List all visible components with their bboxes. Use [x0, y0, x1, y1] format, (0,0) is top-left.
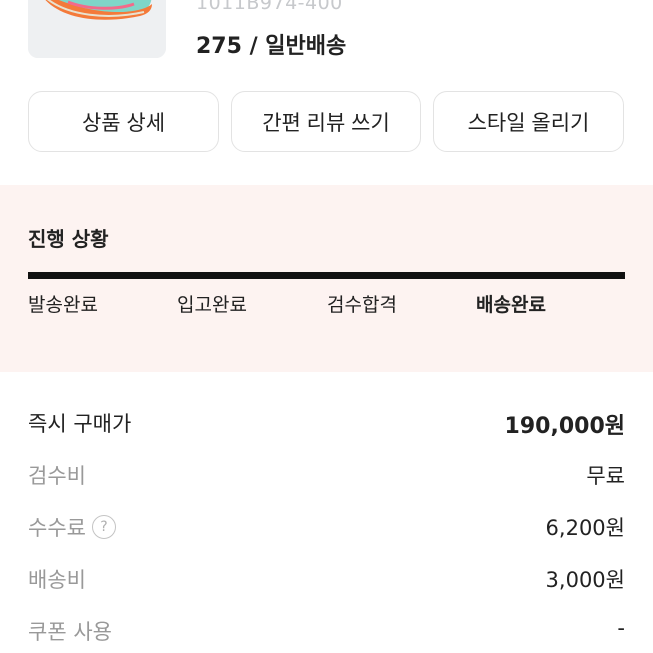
- model-code: 1011B974-400: [196, 0, 343, 14]
- step-delivered: 배송완료: [476, 294, 546, 316]
- product-summary: 1011B974-400 275 / 일반배송: [0, 0, 653, 70]
- step-received: 입고완료: [177, 294, 247, 316]
- shipping-fee-row: 배송비 3,000원: [28, 564, 625, 594]
- post-style-button[interactable]: 스타일 올리기: [433, 91, 624, 152]
- quick-review-button[interactable]: 간편 리뷰 쓰기: [231, 91, 421, 152]
- progress-title: 진행 상황: [28, 227, 109, 251]
- shipping-fee-value: 3,000원: [545, 568, 625, 592]
- progress-section: 진행 상황 발송완료 입고완료 검수합격 배송완료: [0, 185, 653, 372]
- sneaker-image: [28, 0, 166, 58]
- inspection-fee-value: 무료: [586, 464, 625, 488]
- inspection-fee-row: 검수비 무료: [28, 460, 625, 490]
- price-row: 즉시 구매가 190,000원: [28, 408, 625, 439]
- coupon-label: 쿠폰 사용: [28, 620, 112, 644]
- size-option: 275 / 일반배송: [196, 34, 347, 59]
- commission-row: 수수료 ? 6,200원: [28, 512, 625, 542]
- coupon-value: -: [617, 616, 625, 640]
- step-inspection-passed: 검수합격: [327, 294, 397, 316]
- commission-label-group: 수수료 ?: [28, 512, 116, 542]
- price-label: 즉시 구매가: [28, 412, 132, 436]
- product-detail-button[interactable]: 상품 상세: [28, 91, 219, 152]
- question-circle-icon[interactable]: ?: [91, 515, 116, 539]
- commission-value: 6,200원: [545, 516, 625, 540]
- commission-label: 수수료: [28, 516, 86, 540]
- step-shipped: 발송완료: [28, 294, 98, 316]
- shipping-fee-label: 배송비: [28, 568, 86, 592]
- coupon-row: 쿠폰 사용 -: [28, 616, 625, 646]
- product-image[interactable]: [28, 0, 166, 58]
- price-value: 190,000원: [504, 414, 625, 439]
- inspection-fee-label: 검수비: [28, 464, 86, 488]
- progress-bar: [28, 272, 625, 279]
